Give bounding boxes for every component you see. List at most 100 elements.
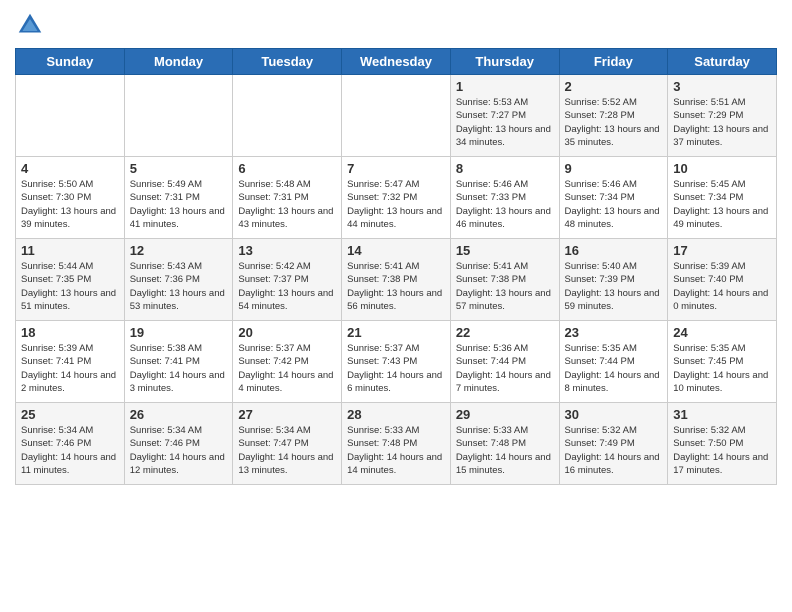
day-number: 27 <box>238 407 336 422</box>
day-number: 23 <box>565 325 663 340</box>
day-info: Sunrise: 5:34 AM Sunset: 7:46 PM Dayligh… <box>130 424 228 477</box>
day-number: 16 <box>565 243 663 258</box>
day-info: Sunrise: 5:39 AM Sunset: 7:41 PM Dayligh… <box>21 342 119 395</box>
header-day-thursday: Thursday <box>450 49 559 75</box>
day-number: 22 <box>456 325 554 340</box>
day-number: 9 <box>565 161 663 176</box>
day-number: 14 <box>347 243 445 258</box>
header-day-monday: Monday <box>124 49 233 75</box>
day-info: Sunrise: 5:42 AM Sunset: 7:37 PM Dayligh… <box>238 260 336 313</box>
day-info: Sunrise: 5:45 AM Sunset: 7:34 PM Dayligh… <box>673 178 771 231</box>
calendar-cell: 7 Sunrise: 5:47 AM Sunset: 7:32 PM Daylig… <box>342 157 451 239</box>
day-info: Sunrise: 5:33 AM Sunset: 7:48 PM Dayligh… <box>347 424 445 477</box>
calendar-cell: 12 Sunrise: 5:43 AM Sunset: 7:36 PM Dayli… <box>124 239 233 321</box>
page-container: SundayMondayTuesdayWednesdayThursdayFrid… <box>0 0 792 612</box>
day-info: Sunrise: 5:49 AM Sunset: 7:31 PM Dayligh… <box>130 178 228 231</box>
day-info: Sunrise: 5:51 AM Sunset: 7:29 PM Dayligh… <box>673 96 771 149</box>
calendar-cell: 13 Sunrise: 5:42 AM Sunset: 7:37 PM Dayli… <box>233 239 342 321</box>
week-row-3: 18 Sunrise: 5:39 AM Sunset: 7:41 PM Dayli… <box>16 321 777 403</box>
day-number: 13 <box>238 243 336 258</box>
day-number: 15 <box>456 243 554 258</box>
calendar-cell <box>342 75 451 157</box>
day-number: 20 <box>238 325 336 340</box>
day-number: 25 <box>21 407 119 422</box>
calendar-cell: 8Sunrise: 5:46 AM Sunset: 7:33 PM Daylig… <box>450 157 559 239</box>
week-row-1: 4Sunrise: 5:50 AM Sunset: 7:30 PM Daylig… <box>16 157 777 239</box>
day-number: 3 <box>673 79 771 94</box>
day-info: Sunrise: 5:32 AM Sunset: 7:49 PM Dayligh… <box>565 424 663 477</box>
day-number: 26 <box>130 407 228 422</box>
day-info: Sunrise: 5:46 AM Sunset: 7:34 PM Dayligh… <box>565 178 663 231</box>
day-number: 31 <box>673 407 771 422</box>
calendar-cell: 6Sunrise: 5:48 AM Sunset: 7:31 PM Daylig… <box>233 157 342 239</box>
calendar-cell: 27 Sunrise: 5:34 AM Sunset: 7:47 PM Dayli… <box>233 403 342 485</box>
day-info: Sunrise: 5:44 AM Sunset: 7:35 PM Dayligh… <box>21 260 119 313</box>
calendar-cell: 3 Sunrise: 5:51 AM Sunset: 7:29 PM Daylig… <box>668 75 777 157</box>
calendar-cell: 20 Sunrise: 5:37 AM Sunset: 7:42 PM Dayli… <box>233 321 342 403</box>
day-info: Sunrise: 5:47 AM Sunset: 7:32 PM Dayligh… <box>347 178 445 231</box>
day-info: Sunrise: 5:38 AM Sunset: 7:41 PM Dayligh… <box>130 342 228 395</box>
logo <box>15 10 49 40</box>
day-info: Sunrise: 5:37 AM Sunset: 7:42 PM Dayligh… <box>238 342 336 395</box>
day-number: 11 <box>21 243 119 258</box>
calendar-body: 1 Sunrise: 5:53 AM Sunset: 7:27 PM Daylig… <box>16 75 777 485</box>
day-info: Sunrise: 5:53 AM Sunset: 7:27 PM Dayligh… <box>456 96 554 149</box>
day-info: Sunrise: 5:35 AM Sunset: 7:44 PM Dayligh… <box>565 342 663 395</box>
day-number: 12 <box>130 243 228 258</box>
calendar: SundayMondayTuesdayWednesdayThursdayFrid… <box>15 48 777 485</box>
day-info: Sunrise: 5:41 AM Sunset: 7:38 PM Dayligh… <box>456 260 554 313</box>
day-info: Sunrise: 5:43 AM Sunset: 7:36 PM Dayligh… <box>130 260 228 313</box>
calendar-cell: 26 Sunrise: 5:34 AM Sunset: 7:46 PM Dayli… <box>124 403 233 485</box>
day-number: 4 <box>21 161 119 176</box>
day-number: 7 <box>347 161 445 176</box>
header-row: SundayMondayTuesdayWednesdayThursdayFrid… <box>16 49 777 75</box>
week-row-4: 25 Sunrise: 5:34 AM Sunset: 7:46 PM Dayli… <box>16 403 777 485</box>
day-number: 18 <box>21 325 119 340</box>
calendar-cell: 11 Sunrise: 5:44 AM Sunset: 7:35 PM Dayli… <box>16 239 125 321</box>
calendar-cell: 30 Sunrise: 5:32 AM Sunset: 7:49 PM Dayli… <box>559 403 668 485</box>
header-day-sunday: Sunday <box>16 49 125 75</box>
day-info: Sunrise: 5:46 AM Sunset: 7:33 PM Dayligh… <box>456 178 554 231</box>
header-day-friday: Friday <box>559 49 668 75</box>
calendar-cell <box>16 75 125 157</box>
day-info: Sunrise: 5:36 AM Sunset: 7:44 PM Dayligh… <box>456 342 554 395</box>
day-info: Sunrise: 5:52 AM Sunset: 7:28 PM Dayligh… <box>565 96 663 149</box>
day-number: 28 <box>347 407 445 422</box>
calendar-cell: 22 Sunrise: 5:36 AM Sunset: 7:44 PM Dayli… <box>450 321 559 403</box>
day-number: 1 <box>456 79 554 94</box>
calendar-cell: 28 Sunrise: 5:33 AM Sunset: 7:48 PM Dayli… <box>342 403 451 485</box>
calendar-cell: 23 Sunrise: 5:35 AM Sunset: 7:44 PM Dayli… <box>559 321 668 403</box>
day-info: Sunrise: 5:32 AM Sunset: 7:50 PM Dayligh… <box>673 424 771 477</box>
calendar-cell: 4Sunrise: 5:50 AM Sunset: 7:30 PM Daylig… <box>16 157 125 239</box>
week-row-2: 11 Sunrise: 5:44 AM Sunset: 7:35 PM Dayli… <box>16 239 777 321</box>
day-info: Sunrise: 5:34 AM Sunset: 7:47 PM Dayligh… <box>238 424 336 477</box>
logo-icon <box>15 10 45 40</box>
day-info: Sunrise: 5:34 AM Sunset: 7:46 PM Dayligh… <box>21 424 119 477</box>
day-info: Sunrise: 5:37 AM Sunset: 7:43 PM Dayligh… <box>347 342 445 395</box>
day-number: 6 <box>238 161 336 176</box>
calendar-cell: 24 Sunrise: 5:35 AM Sunset: 7:45 PM Dayli… <box>668 321 777 403</box>
day-number: 5 <box>130 161 228 176</box>
calendar-cell: 9 Sunrise: 5:46 AM Sunset: 7:34 PM Daylig… <box>559 157 668 239</box>
calendar-cell: 10 Sunrise: 5:45 AM Sunset: 7:34 PM Dayli… <box>668 157 777 239</box>
calendar-cell: 21 Sunrise: 5:37 AM Sunset: 7:43 PM Dayli… <box>342 321 451 403</box>
day-number: 10 <box>673 161 771 176</box>
day-info: Sunrise: 5:39 AM Sunset: 7:40 PM Dayligh… <box>673 260 771 313</box>
calendar-header: SundayMondayTuesdayWednesdayThursdayFrid… <box>16 49 777 75</box>
calendar-cell: 29Sunrise: 5:33 AM Sunset: 7:48 PM Dayli… <box>450 403 559 485</box>
header <box>15 10 777 40</box>
header-day-tuesday: Tuesday <box>233 49 342 75</box>
header-day-saturday: Saturday <box>668 49 777 75</box>
calendar-cell: 14Sunrise: 5:41 AM Sunset: 7:38 PM Dayli… <box>342 239 451 321</box>
day-info: Sunrise: 5:35 AM Sunset: 7:45 PM Dayligh… <box>673 342 771 395</box>
calendar-cell: 31 Sunrise: 5:32 AM Sunset: 7:50 PM Dayli… <box>668 403 777 485</box>
calendar-cell: 17 Sunrise: 5:39 AM Sunset: 7:40 PM Dayli… <box>668 239 777 321</box>
day-number: 21 <box>347 325 445 340</box>
day-number: 2 <box>565 79 663 94</box>
calendar-cell: 2 Sunrise: 5:52 AM Sunset: 7:28 PM Daylig… <box>559 75 668 157</box>
day-number: 30 <box>565 407 663 422</box>
day-info: Sunrise: 5:40 AM Sunset: 7:39 PM Dayligh… <box>565 260 663 313</box>
day-number: 24 <box>673 325 771 340</box>
day-number: 17 <box>673 243 771 258</box>
week-row-0: 1 Sunrise: 5:53 AM Sunset: 7:27 PM Daylig… <box>16 75 777 157</box>
